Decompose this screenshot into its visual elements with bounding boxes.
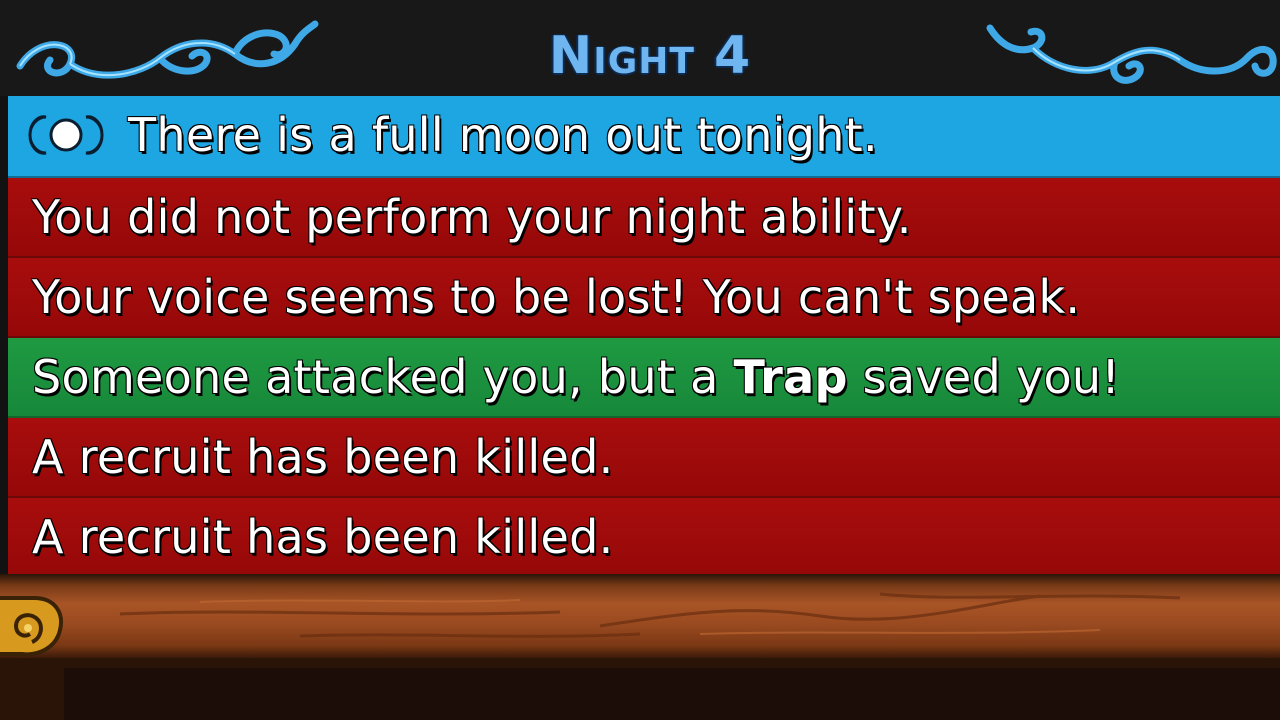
- wood-grain-texture: [119, 592, 1181, 638]
- night-messages-list: There is a full moon out tonight. You di…: [8, 96, 1280, 578]
- message-no-night-ability: You did not perform your night ability.: [8, 178, 1280, 258]
- gold-scroll-ornament-icon: [0, 596, 63, 657]
- message-recruit-killed: A recruit has been killed.: [8, 418, 1280, 498]
- night-header: Night 4: [0, 0, 1280, 96]
- message-text: A recruit has been killed.: [32, 510, 614, 564]
- wooden-frame-bar: [0, 574, 1280, 658]
- night-report-screen: Night 4 There is a full moon out tonight…: [0, 0, 1280, 720]
- message-recruit-killed: A recruit has been killed.: [8, 498, 1280, 578]
- message-text: There is a full moon out tonight.: [128, 108, 878, 162]
- message-trap-saved: Someone attacked you, but a Trap saved y…: [8, 338, 1280, 418]
- message-text-before: Someone attacked you, but a: [32, 350, 734, 404]
- full-moon-icon: [28, 114, 104, 155]
- message-text: A recruit has been killed.: [32, 430, 614, 484]
- message-text-after: saved you!: [847, 350, 1121, 404]
- message-full-moon: There is a full moon out tonight.: [8, 96, 1280, 178]
- bottom-dark-panel: [64, 668, 1280, 720]
- message-text: Your voice seems to be lost! You can't s…: [32, 270, 1081, 324]
- right-ornament-icon: [986, 24, 1277, 84]
- trap-keyword: Trap: [733, 350, 848, 404]
- message-text: You did not perform your night ability.: [32, 190, 912, 244]
- bottom-wood-frame: [0, 658, 1280, 720]
- message-voice-lost: Your voice seems to be lost! You can't s…: [8, 258, 1280, 338]
